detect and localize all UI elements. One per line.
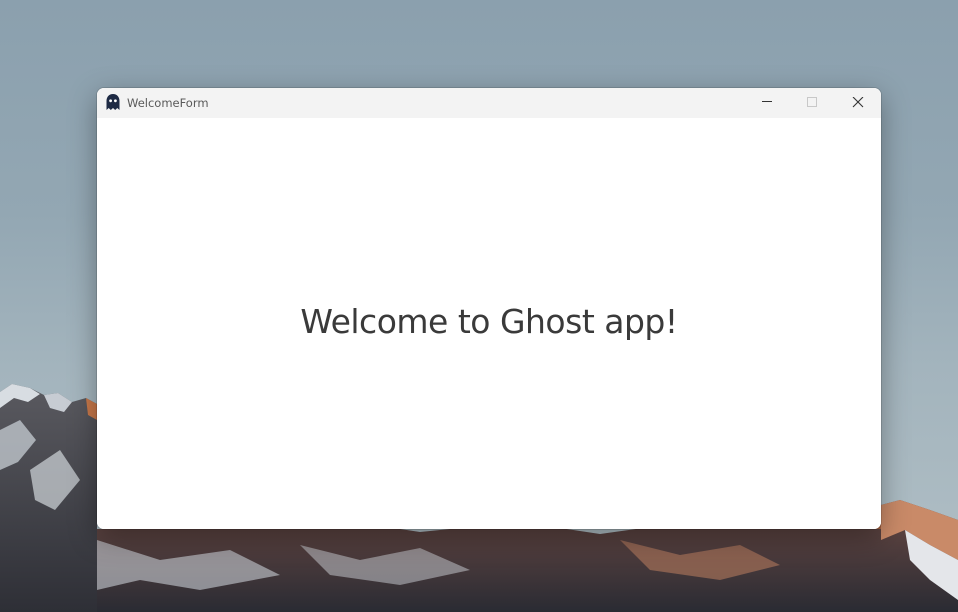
maximize-button (789, 88, 835, 118)
welcome-form-window: WelcomeForm Welcome to Ghost app! (97, 88, 881, 529)
form-content: Welcome to Ghost app! (97, 118, 881, 529)
close-button[interactable] (835, 88, 881, 118)
close-icon (852, 97, 864, 108)
minimize-button[interactable] (744, 88, 790, 118)
title-bar[interactable]: WelcomeForm (97, 88, 881, 118)
minimize-icon (762, 101, 772, 102)
welcome-label: Welcome to Ghost app! (300, 302, 678, 341)
ghost-icon (106, 94, 120, 111)
window-title: WelcomeForm (127, 96, 209, 110)
maximize-icon (807, 97, 817, 107)
desktop: WelcomeForm Welcome to Ghost app! (0, 0, 958, 612)
